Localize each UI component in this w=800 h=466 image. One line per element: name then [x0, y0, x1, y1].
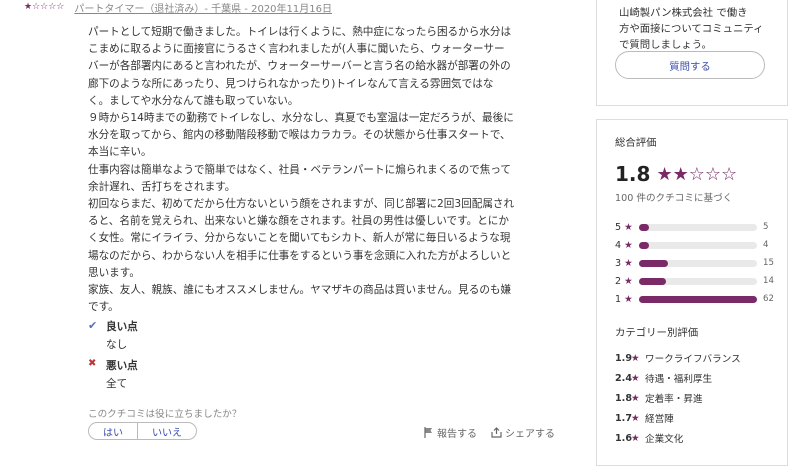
rating-bar-track	[639, 241, 757, 249]
category-rating-row: 1.7 ★ 経営陣	[615, 408, 780, 428]
category-rating-title: カテゴリー別評価	[615, 327, 699, 339]
star-icon: ★	[621, 257, 633, 269]
ask-question-button[interactable]: 質問する	[615, 51, 765, 79]
report-label: 報告する	[437, 429, 477, 440]
check-icon: ✔	[88, 319, 98, 332]
rating-bar-label: 4 ★	[615, 240, 639, 251]
overall-rating-title: 総合評価	[615, 137, 657, 149]
review-actions: 報告する シェアする	[424, 425, 555, 440]
review-author-meta[interactable]: パートタイマー（退社済み）- 千葉県 - 2020年11月16日	[74, 0, 332, 15]
rating-bar-track	[639, 295, 757, 303]
star-icon: ★	[621, 275, 633, 287]
bad-point-section: ✖ 悪い点 全て	[88, 358, 138, 391]
category-rating-row: 2.4 ★ 待遇・福利厚生	[615, 368, 780, 388]
category-label: 企業文化	[645, 434, 684, 445]
rating-bar-count: 15	[763, 258, 774, 268]
good-point-title: 良い点	[106, 321, 138, 333]
overall-score: 1.8 ★★☆☆☆	[615, 162, 737, 186]
rating-bar-fill	[639, 259, 668, 267]
category-rating-row: 1.6 ★ 企業文化	[615, 428, 780, 448]
star-icon: ★	[631, 352, 640, 364]
helpful-no-button[interactable]: いいえ	[138, 422, 197, 440]
ask-question-panel: 山崎製パン株式会社 で働き 方や面接についてコミュニティ で質問しましょう。 質…	[596, 0, 788, 106]
star-icon: ★	[631, 392, 640, 404]
category-rating-row: 1.8 ★ 定着率・昇進	[615, 388, 780, 408]
rating-bar-track	[639, 259, 757, 267]
category-score: 1.6	[615, 432, 632, 444]
star-icon: ★	[621, 221, 633, 233]
overall-star-rating: ★★☆☆☆	[656, 163, 738, 185]
rating-bar-row-5[interactable]: 5 ★ 5	[615, 218, 777, 236]
category-label: 待遇・福利厚生	[645, 374, 713, 385]
rating-bar-fill	[639, 277, 666, 285]
flag-icon	[424, 427, 432, 438]
review-star-rating: ★☆☆☆☆	[24, 2, 65, 12]
review-body: パートとして短期で働きました。トイレは行くように、熱中症になったら困るから水分は…	[88, 26, 515, 314]
category-label: 経営陣	[645, 414, 674, 425]
category-label: 定着率・昇進	[645, 394, 703, 405]
rating-bar-label: 5 ★	[615, 222, 639, 233]
share-label: シェアする	[505, 429, 555, 440]
rating-bar-count: 62	[763, 294, 774, 304]
helpful-buttons: はい いいえ	[88, 422, 197, 440]
bad-point-value: 全て	[106, 378, 128, 390]
overall-score-number: 1.8	[615, 162, 651, 186]
rating-bar-count: 5	[763, 222, 769, 232]
ask-question-text: 山崎製パン株式会社 で働き 方や面接についてコミュニティ で質問しましょう。	[619, 7, 764, 51]
star-icon: ★	[631, 432, 640, 444]
rating-bar-row-2[interactable]: 2 ★ 14	[615, 272, 777, 290]
star-icon: ★	[631, 372, 640, 384]
rating-bar-fill	[639, 241, 649, 249]
helpful-yes-button[interactable]: はい	[88, 422, 138, 440]
category-rating-list: 1.9 ★ ワークライフバランス 2.4 ★ 待遇・福利厚生 1.8 ★ 定着率・昇進 1.7 ★ 経…	[615, 348, 780, 448]
category-score: 1.8	[615, 392, 632, 404]
rating-bar-label: 3 ★	[615, 258, 639, 269]
rating-bar-label: 2 ★	[615, 276, 639, 287]
category-label: ワークライフバランス	[645, 354, 741, 365]
cross-icon: ✖	[88, 358, 97, 369]
star-icon: ★	[621, 239, 633, 251]
category-rating-row: 1.9 ★ ワークライフバランス	[615, 348, 780, 368]
star-icon: ★	[621, 293, 633, 305]
bad-point-title: 悪い点	[106, 360, 138, 372]
share-link[interactable]: シェアする	[491, 425, 555, 440]
rating-bar-count: 14	[763, 276, 774, 286]
rating-bar-count: 4	[763, 240, 769, 250]
rating-bar-fill	[639, 295, 757, 303]
review-count-note: 100 件のクチコミに基づく	[615, 193, 733, 204]
rating-bar-fill	[639, 223, 649, 231]
report-link[interactable]: 報告する	[424, 425, 477, 440]
rating-bar-row-4[interactable]: 4 ★ 4	[615, 236, 777, 254]
good-point-section: ✔ 良い点 なし	[88, 319, 138, 352]
category-score: 1.9	[615, 352, 632, 364]
star-icon: ★	[631, 412, 640, 424]
rating-bar-row-3[interactable]: 3 ★ 15	[615, 254, 777, 272]
rating-summary-panel: 総合評価 1.8 ★★☆☆☆ 100 件のクチコミに基づく 5 ★ 5 4 ★ 4 3 …	[596, 119, 788, 466]
rating-bar-track	[639, 223, 757, 231]
helpful-question: このクチコミは役に立ちましたか？	[88, 409, 242, 420]
review-header: ★☆☆☆☆ パートタイマー（退社済み）- 千葉県 - 2020年11月16日	[24, 0, 332, 15]
rating-bar-track	[639, 277, 757, 285]
good-point-value: なし	[106, 339, 128, 351]
rating-distribution-chart: 5 ★ 5 4 ★ 4 3 ★ 15 2 ★ 14 1 ★ 62	[615, 218, 777, 308]
share-icon	[491, 427, 502, 438]
category-score: 1.7	[615, 412, 632, 424]
category-score: 2.4	[615, 372, 632, 384]
rating-bar-label: 1 ★	[615, 294, 639, 305]
rating-bar-row-1[interactable]: 1 ★ 62	[615, 290, 777, 308]
